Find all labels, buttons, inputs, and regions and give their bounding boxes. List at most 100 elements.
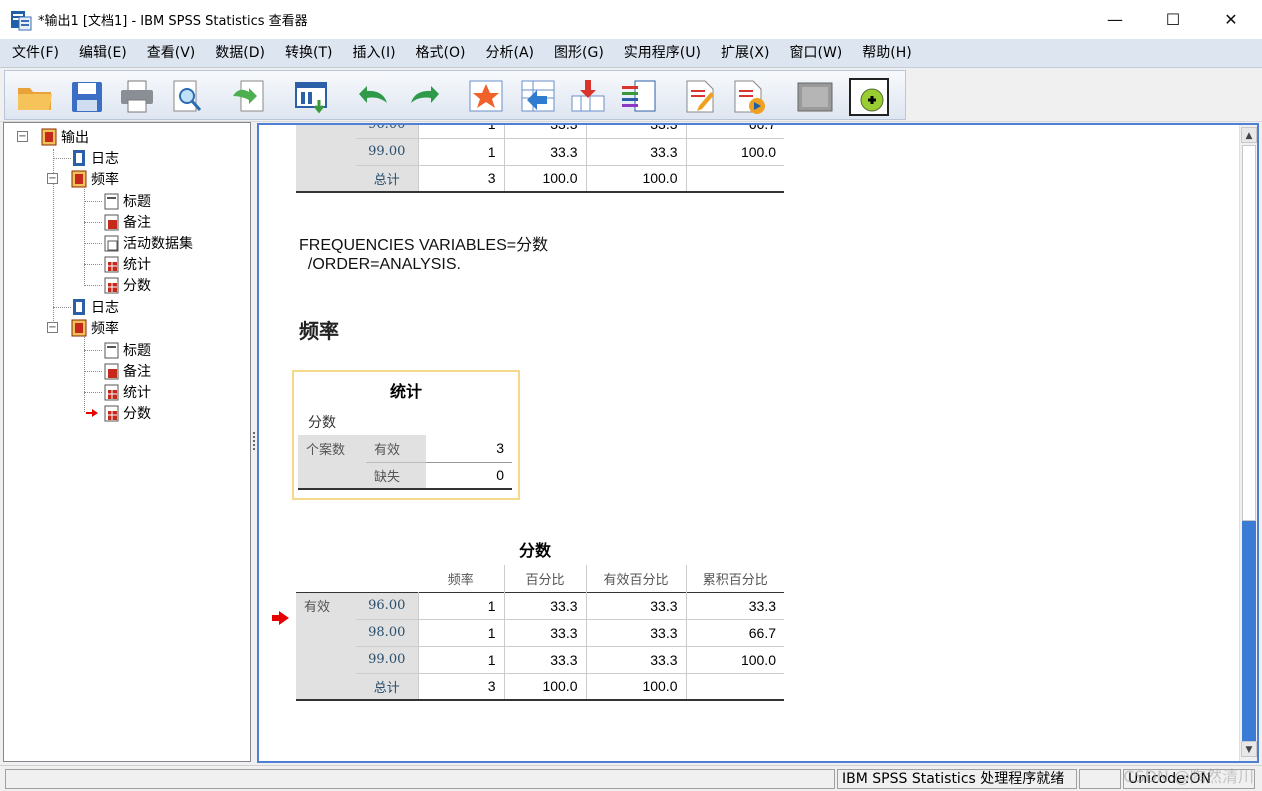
collapse-frequencies-1-toggle[interactable]: − — [47, 173, 58, 184]
tree-line — [84, 392, 102, 393]
status-message-cell — [5, 769, 835, 789]
menu-analyze[interactable]: 分析(A) — [478, 39, 543, 68]
table-row: 99.00 1 33.3 33.3 100.0 — [296, 137, 784, 165]
close-button[interactable]: ✕ — [1202, 0, 1260, 39]
tree-item-title-2[interactable]: 标题 — [102, 340, 151, 360]
output-content-pane[interactable]: 96.00 1 33.3 33.3 66.7 99.00 1 33.3 33.3… — [257, 123, 1259, 763]
tree-item-log-1[interactable]: 日志 — [70, 148, 119, 168]
tree-item-statistics-1[interactable]: 统计 — [102, 254, 151, 274]
tree-line — [84, 285, 102, 286]
menu-edit[interactable]: 编辑(E) — [71, 39, 135, 68]
goto-case-icon[interactable] — [519, 78, 559, 116]
collapse-frequencies-2-toggle[interactable]: − — [47, 322, 58, 333]
tree-item-title-1[interactable]: 标题 — [102, 191, 151, 211]
table-row: 98.00 1 33.3 33.3 66.7 — [296, 618, 784, 646]
table-row: 缺失 0 — [298, 461, 512, 489]
col-header-percent: 百分比 — [503, 565, 586, 592]
status-bar: IBM SPSS Statistics 处理程序就绪 Unicode:ON CS… — [0, 765, 1262, 791]
designate-window-icon[interactable] — [681, 78, 721, 116]
watermark: CSDN @陶然清川 — [1123, 767, 1254, 786]
minimize-button[interactable]: — — [1086, 0, 1144, 39]
tree-item-statistics-2[interactable]: 统计 — [102, 382, 151, 402]
table-row: 总计 3 100.0 100.0 — [296, 164, 784, 192]
goto-variable-icon[interactable] — [569, 78, 609, 116]
menu-insert[interactable]: 插入(I) — [344, 39, 403, 68]
output-book-icon — [40, 128, 58, 146]
statistics-table: 个案数 有效 3 缺失 0 — [298, 435, 512, 490]
tree-line — [84, 264, 102, 265]
status-spacer-cell — [1079, 769, 1121, 789]
vertical-scrollbar[interactable]: ▲ ▼ — [1239, 125, 1257, 761]
menu-extensions[interactable]: 扩展(X) — [713, 39, 778, 68]
syntax-line-2: /ORDER=ANALYSIS. — [299, 256, 461, 273]
dataset-icon — [102, 234, 120, 252]
scrollbar-track[interactable] — [1242, 521, 1256, 741]
save-icon[interactable] — [67, 78, 107, 116]
section-heading: 频率 — [299, 319, 339, 343]
menu-format[interactable]: 格式(O) — [408, 39, 474, 68]
syntax-line-1: FREQUENCIES VARIABLES=分数 — [299, 237, 549, 254]
scroll-up-arrow-icon[interactable]: ▲ — [1241, 127, 1257, 143]
table-row: 总计 3 100.0 100.0 — [296, 672, 784, 700]
log-icon — [70, 298, 88, 316]
variables-icon[interactable] — [619, 78, 659, 116]
menu-view[interactable]: 查看(V) — [139, 39, 204, 68]
col-header-valid-percent: 有效百分比 — [585, 565, 686, 592]
window-title: *输出1 [文档1] - IBM SPSS Statistics 查看器 — [38, 14, 308, 29]
table-icon — [102, 383, 120, 401]
tree-line — [84, 371, 102, 372]
redo-icon[interactable] — [405, 78, 445, 116]
frequency-table-title: 分数 — [519, 541, 552, 560]
script-icon[interactable] — [729, 78, 769, 116]
goto-data-icon[interactable] — [467, 78, 507, 116]
tree-line — [84, 243, 102, 244]
menu-window[interactable]: 窗口(W) — [781, 39, 850, 68]
hide-icon[interactable] — [795, 78, 835, 116]
tree-item-score-1[interactable]: 分数 — [102, 275, 151, 295]
toolbar-strip — [4, 70, 906, 120]
maximize-button[interactable]: ☐ — [1144, 0, 1202, 39]
menu-transform[interactable]: 转换(T) — [277, 39, 340, 68]
print-preview-icon[interactable] — [167, 78, 207, 116]
table-row: 个案数 有效 3 — [298, 435, 512, 463]
menu-file[interactable]: 文件(F) — [4, 39, 67, 68]
menu-help[interactable]: 帮助(H) — [854, 39, 919, 68]
tree-item-active-dataset[interactable]: 活动数据集 — [102, 233, 193, 253]
menu-data[interactable]: 数据(D) — [207, 39, 273, 68]
undo-icon[interactable] — [353, 78, 393, 116]
tree-item-frequencies-1[interactable]: 频率 — [70, 169, 119, 189]
collapse-root-toggle[interactable]: − — [17, 131, 28, 142]
promote-icon[interactable] — [849, 78, 889, 116]
spss-app-icon — [10, 9, 32, 31]
notes-icon — [102, 362, 120, 380]
table-icon — [102, 276, 120, 294]
frequency-table: 频率 百分比 有效百分比 累积百分比 有效 96.00 1 33.3 33.3 … — [296, 565, 784, 701]
tree-line — [53, 158, 71, 159]
scroll-down-arrow-icon[interactable]: ▼ — [1241, 741, 1257, 757]
statistics-table-selected[interactable]: 统计 分数 个案数 有效 3 缺失 0 — [292, 370, 520, 500]
print-icon[interactable] — [117, 78, 157, 116]
table-icon — [102, 255, 120, 273]
procedure-book-icon — [70, 170, 88, 188]
toolbar — [0, 68, 1262, 122]
scrollbar-thumb[interactable] — [1242, 145, 1256, 521]
outline-pane[interactable]: − 输出 日志 − 频率 标题 备注 活动数据集 统计 分数 日志 − 频率 标… — [3, 122, 251, 762]
tree-item-output[interactable]: 输出 — [40, 127, 89, 147]
menu-utilities[interactable]: 实用程序(U) — [616, 39, 709, 68]
tree-line — [84, 201, 102, 202]
col-header-cumulative-percent: 累积百分比 — [685, 565, 784, 592]
tree-item-notes-1[interactable]: 备注 — [102, 212, 151, 232]
tree-item-log-2[interactable]: 日志 — [70, 297, 119, 317]
tree-item-notes-2[interactable]: 备注 — [102, 361, 151, 381]
recall-dialog-icon[interactable] — [293, 78, 333, 116]
top-frequency-table: 96.00 1 33.3 33.3 66.7 99.00 1 33.3 33.3… — [296, 125, 784, 193]
spss-viewer-window: *输出1 [文档1] - IBM SPSS Statistics 查看器 — ☐… — [0, 0, 1262, 791]
table-icon — [102, 404, 120, 422]
tree-item-frequencies-2[interactable]: 频率 — [70, 318, 119, 338]
menu-graphs[interactable]: 图形(G) — [546, 39, 612, 68]
notes-icon — [102, 213, 120, 231]
tree-item-score-2[interactable]: 分数 — [86, 403, 151, 423]
open-folder-icon[interactable] — [15, 78, 55, 116]
table-header-row: 频率 百分比 有效百分比 累积百分比 — [296, 565, 784, 592]
export-icon[interactable] — [229, 78, 269, 116]
